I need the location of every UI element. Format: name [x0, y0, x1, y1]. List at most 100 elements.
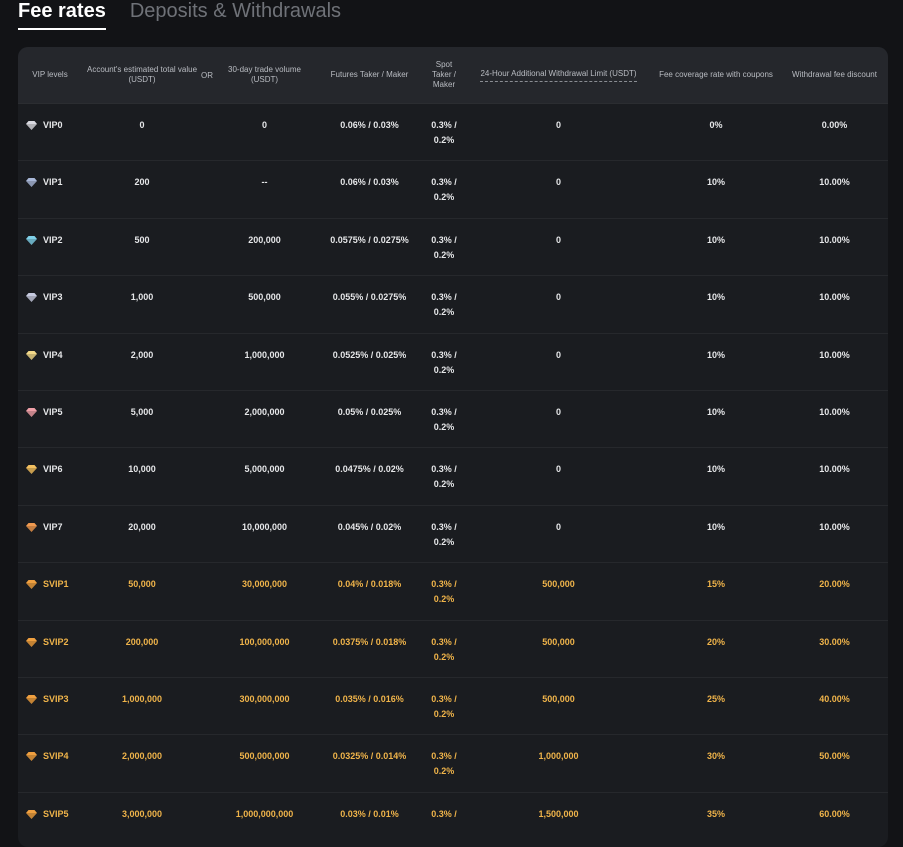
estimated-value-cell: 10,000 — [128, 464, 156, 475]
fee-coverage-cell: 0% — [709, 120, 723, 130]
estimated-value-cell: 50,000 — [128, 579, 156, 590]
vip-level-cell: SVIP4 — [18, 735, 82, 791]
futures-fee-cell: 0.045% / 0.02% — [337, 521, 402, 532]
fee-coverage-cell: 10% — [706, 464, 725, 475]
futures-fee-cell: 0.06% / 0.03% — [340, 120, 399, 130]
spot-fee-cell: 0.3% / 0.2% — [431, 349, 457, 375]
diamond-icon — [26, 350, 37, 360]
vip-level: SVIP2 — [26, 635, 69, 650]
withdrawal-limit-cell: 0 — [555, 349, 561, 360]
header-withdrawal-limit-label: 24-Hour Additional Withdrawal Limit (USD… — [480, 69, 637, 82]
vip-level: SVIP3 — [26, 692, 69, 707]
table-row: VIP6 10,000 5,000,000 0.0475% / 0.02% 0.3% /… — [18, 448, 888, 506]
vip-level: VIP0 — [26, 118, 63, 133]
vip-level-cell: SVIP1 — [18, 563, 82, 619]
spot-fee-cell: 0.3% / 0.2% — [431, 234, 457, 260]
header-futures: Futures Taker / Maker — [330, 70, 409, 79]
or-spacer — [202, 219, 212, 275]
tab-deposits-withdrawals[interactable]: Deposits & Withdrawals — [130, 0, 341, 22]
futures-fee-cell: 0.04% / 0.018% — [337, 579, 402, 590]
header-fee-coverage: Fee coverage rate with coupons — [659, 70, 773, 79]
vip-level-label: VIP1 — [43, 177, 63, 188]
diamond-icon — [26, 293, 37, 303]
vip-level-cell: VIP6 — [18, 448, 82, 504]
or-spacer — [202, 391, 212, 447]
diamond-icon — [26, 752, 37, 762]
withdrawal-discount-cell: 30.00% — [819, 636, 850, 647]
or-spacer — [202, 678, 212, 734]
header-trade-volume: 30-day trade volume (USDT) — [228, 65, 301, 84]
vip-level-label: SVIP1 — [43, 579, 69, 590]
vip-level: SVIP4 — [26, 749, 69, 764]
estimated-value-cell: 1,000,000 — [121, 693, 163, 704]
or-spacer — [202, 563, 212, 619]
vip-level-label: SVIP4 — [43, 751, 69, 762]
fee-coverage-cell: 10% — [706, 521, 725, 532]
trade-volume-cell: 500,000,000 — [239, 751, 290, 762]
header-withdrawal-limit[interactable]: 24-Hour Additional Withdrawal Limit (USD… — [466, 69, 651, 82]
estimated-value-cell: 2,000 — [130, 349, 154, 360]
tab-fee-rates[interactable]: Fee rates — [18, 0, 106, 30]
spot-fee-cell: 0.3% / 0.2% — [431, 579, 457, 605]
vip-level-label: VIP3 — [43, 292, 63, 303]
or-spacer — [202, 104, 212, 160]
withdrawal-discount-cell: 50.00% — [819, 751, 850, 762]
table-row: VIP1 200 -- 0.06% / 0.03% 0.3% / 0.2% 0 10% 10.… — [18, 161, 888, 219]
futures-fee-cell: 0.0375% / 0.018% — [332, 636, 407, 647]
vip-level: VIP4 — [26, 348, 63, 363]
fee-coverage-cell: 10% — [706, 177, 725, 188]
vip-level-cell: VIP2 — [18, 219, 82, 275]
spot-fee-cell: 0.3% / 0.2% — [431, 464, 457, 490]
vip-level-cell: SVIP3 — [18, 678, 82, 734]
trade-volume-cell: 1,000,000 — [244, 349, 285, 360]
table-row: VIP4 2,000 1,000,000 0.0525% / 0.025% 0.3% /… — [18, 334, 888, 391]
vip-level-label: VIP6 — [43, 464, 63, 475]
tab-bar: Fee rates Deposits & Withdrawals — [18, 0, 365, 34]
fee-coverage-cell: 10% — [706, 234, 725, 245]
withdrawal-discount-cell: 10.00% — [819, 292, 850, 303]
vip-level-cell: VIP0 — [18, 104, 82, 160]
trade-volume-cell: -- — [261, 177, 268, 188]
spot-fee-cell: 0.3% / 0.2% — [431, 693, 457, 719]
table-row: SVIP3 1,000,000 300,000,000 0.035% / 0.016%… — [18, 678, 888, 736]
trade-volume-cell: 500,000 — [248, 292, 281, 303]
vip-level-cell: VIP7 — [18, 506, 82, 562]
table-row: SVIP5 3,000,000 1,000,000,000 0.03% / 0.01%… — [18, 793, 888, 847]
header-or: OR — [201, 70, 213, 80]
trade-volume-cell: 5,000,000 — [244, 464, 285, 475]
vip-level-cell: VIP3 — [18, 276, 82, 332]
fee-coverage-cell: 10% — [706, 349, 725, 360]
table-row: VIP3 1,000 500,000 0.055% / 0.0275% 0.3% / 0… — [18, 276, 888, 334]
fee-coverage-cell: 15% — [706, 579, 725, 590]
withdrawal-limit-cell: 1,000,000 — [538, 751, 579, 762]
diamond-icon — [26, 235, 37, 245]
header-spot: Spot Taker / Maker — [431, 60, 456, 89]
or-spacer — [202, 276, 212, 332]
table-row: SVIP1 50,000 30,000,000 0.04% / 0.018% 0.3% … — [18, 563, 888, 621]
fee-coverage-cell: 10% — [706, 292, 725, 303]
vip-level: VIP2 — [26, 233, 63, 248]
or-spacer — [202, 621, 212, 677]
withdrawal-limit-cell: 0 — [555, 120, 561, 130]
vip-level: SVIP5 — [26, 807, 69, 822]
or-spacer — [202, 334, 212, 390]
vip-level-cell: SVIP2 — [18, 621, 82, 677]
futures-fee-cell: 0.0325% / 0.014% — [332, 751, 407, 762]
spot-fee-cell: 0.3% / — [431, 808, 457, 819]
table-row: SVIP4 2,000,000 500,000,000 0.0325% / 0.014… — [18, 735, 888, 793]
withdrawal-discount-cell: 60.00% — [819, 808, 850, 819]
diamond-icon — [26, 178, 37, 188]
trade-volume-cell: 0 — [261, 120, 267, 130]
diamond-icon — [26, 580, 37, 590]
spot-fee-cell: 0.3% / 0.2% — [431, 177, 457, 203]
vip-level-cell: VIP1 — [18, 161, 82, 217]
spot-fee-cell: 0.3% / 0.2% — [431, 120, 457, 145]
estimated-value-cell: 20,000 — [128, 521, 156, 532]
vip-level-label: SVIP2 — [43, 636, 69, 647]
futures-fee-cell: 0.0525% / 0.025% — [332, 349, 407, 360]
diamond-icon — [26, 694, 37, 704]
withdrawal-discount-cell: 40.00% — [819, 693, 850, 704]
withdrawal-discount-cell: 10.00% — [819, 349, 850, 360]
withdrawal-discount-cell: 10.00% — [819, 406, 850, 417]
header-withdrawal-discount: Withdrawal fee discount — [792, 70, 877, 79]
